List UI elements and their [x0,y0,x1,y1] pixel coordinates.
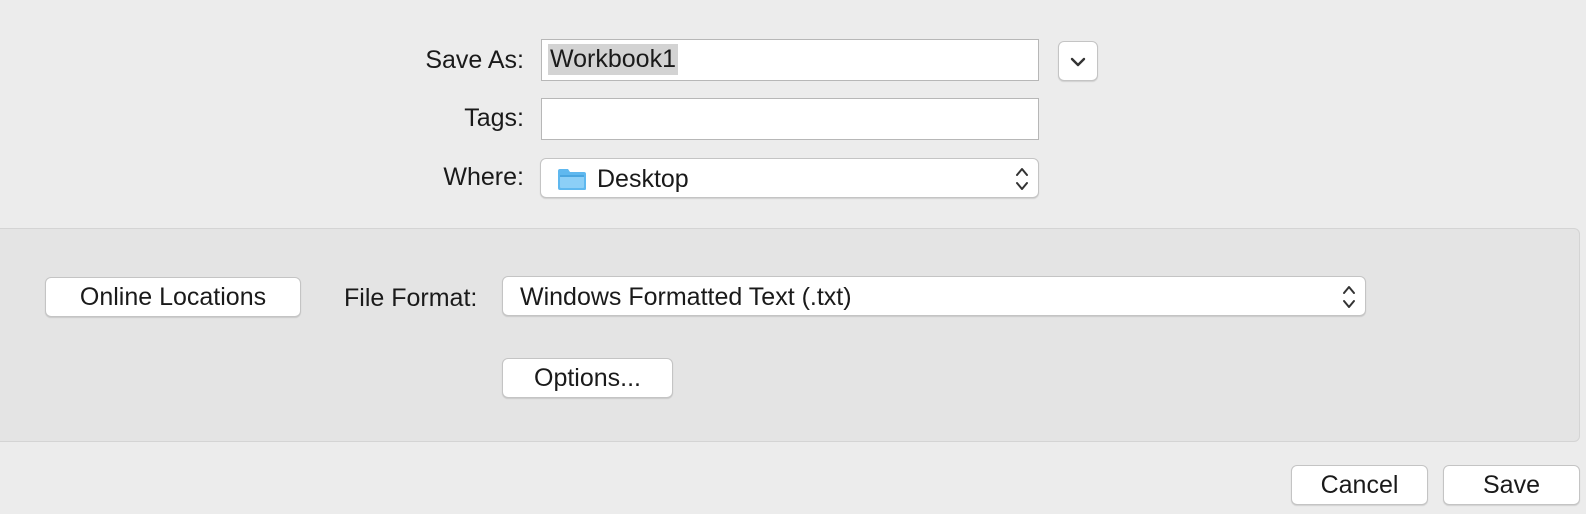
save-button[interactable]: Save [1443,465,1580,505]
chevron-down-icon [1070,57,1086,67]
file-format-popup[interactable]: Windows Formatted Text (.txt) [502,276,1366,316]
where-popup[interactable]: Desktop [540,158,1039,198]
up-down-chevron-icon [1016,168,1028,190]
cancel-button[interactable]: Cancel [1291,465,1428,505]
online-locations-button[interactable]: Online Locations [45,277,301,317]
save-as-label: Save As: [425,46,524,74]
tags-label: Tags: [464,104,524,132]
save-as-field[interactable]: Workbook1 [541,39,1039,81]
tags-field[interactable] [541,98,1039,140]
folder-icon [558,169,586,190]
where-value: Desktop [597,165,689,193]
save-as-value: Workbook1 [548,44,678,75]
file-format-value: Windows Formatted Text (.txt) [520,283,852,311]
up-down-chevron-icon [1343,286,1355,308]
options-button[interactable]: Options... [502,358,673,398]
where-label: Where: [443,163,524,191]
expand-dialog-button[interactable] [1058,41,1098,81]
file-format-label: File Format: [344,284,478,312]
options-panel: Online Locations File Format: Windows Fo… [0,228,1580,442]
